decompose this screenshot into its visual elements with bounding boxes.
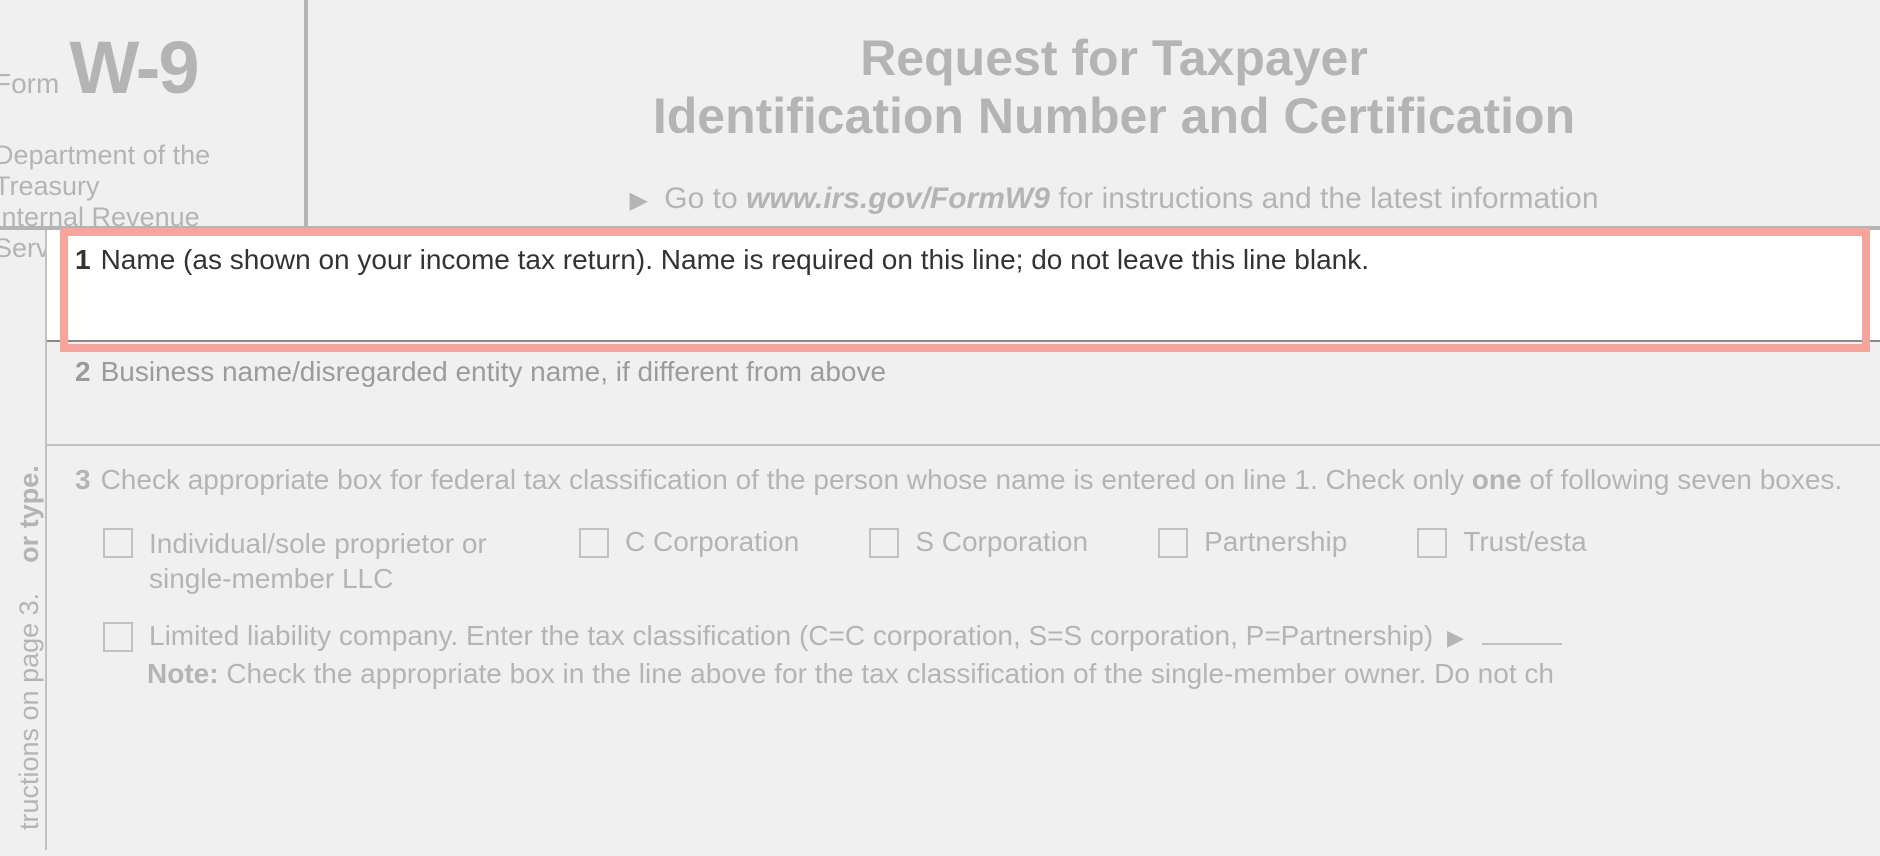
field-1-num: 1 xyxy=(75,244,91,275)
header-left-block: Form W-9 Department of the Treasury Inte… xyxy=(0,0,308,226)
form-title: Request for Taxpayer Identification Numb… xyxy=(348,30,1880,145)
note-label: Note: xyxy=(147,658,219,689)
checkbox-individual[interactable]: Individual/sole proprietor or single-mem… xyxy=(103,526,509,596)
goto-url: www.irs.gov/FormW9 xyxy=(746,182,1050,215)
checkbox-partnership-label: Partnership xyxy=(1204,526,1347,558)
form-w9-page: Form W-9 Department of the Treasury Inte… xyxy=(0,0,1880,856)
side-text-1: or type. xyxy=(14,465,44,563)
goto-suffix: for instructions and the latest informat… xyxy=(1050,182,1599,215)
llc-text: Limited liability company. Enter the tax… xyxy=(149,620,1433,651)
side-vertical-text: tructions on page 3. or type. xyxy=(0,230,47,850)
llc-blank-input[interactable] xyxy=(1482,643,1562,645)
field-1-name[interactable]: 1 Name (as shown on your income tax retur… xyxy=(47,230,1880,342)
field-3-text-pre: Check appropriate box for federal tax cl… xyxy=(101,464,1472,495)
note-text: Check the appropriate box in the line ab… xyxy=(219,658,1554,689)
goto-instructions: ▶ Go to www.irs.gov/FormW9 for instructi… xyxy=(348,182,1880,216)
checkbox-llc-row[interactable]: Limited liability company. Enter the tax… xyxy=(103,620,1860,652)
checkbox-box-icon[interactable] xyxy=(1417,528,1447,558)
goto-prefix: Go to xyxy=(664,182,746,215)
field-2-num: 2 xyxy=(75,356,91,387)
form-prefix-label: Form xyxy=(0,68,59,100)
field-3-one: one xyxy=(1472,464,1522,495)
title-line2: Identification Number and Certification xyxy=(348,88,1880,146)
checkbox-individual-label: Individual/sole proprietor or single-mem… xyxy=(149,526,509,596)
checkbox-s-corp[interactable]: S Corporation xyxy=(869,526,1088,558)
field-3-num: 3 xyxy=(75,464,91,495)
checkbox-box-icon[interactable] xyxy=(103,528,133,558)
checkbox-s-corp-label: S Corporation xyxy=(915,526,1088,558)
field-2-text: Business name/disregarded entity name, i… xyxy=(101,356,886,387)
form-header: Form W-9 Department of the Treasury Inte… xyxy=(0,0,1880,230)
classification-checkboxes: Individual/sole proprietor or single-mem… xyxy=(103,526,1860,596)
checkbox-box-icon[interactable] xyxy=(103,622,133,652)
field-3-classification: 3 Check appropriate box for federal tax c… xyxy=(47,446,1880,704)
header-right-block: Request for Taxpayer Identification Numb… xyxy=(308,0,1880,226)
field-2-business-name[interactable]: 2 Business name/disregarded entity name, … xyxy=(47,342,1880,446)
form-name-label: W-9 xyxy=(69,25,197,110)
fields-container: 1 Name (as shown on your income tax retur… xyxy=(47,230,1880,850)
checkbox-partnership[interactable]: Partnership xyxy=(1158,526,1347,558)
form-label-row: Form W-9 xyxy=(0,20,284,110)
checkbox-box-icon[interactable] xyxy=(1158,528,1188,558)
checkbox-trust-label: Trust/esta xyxy=(1463,526,1586,558)
checkbox-box-icon[interactable] xyxy=(869,528,899,558)
field-3-text-post: of following seven boxes. xyxy=(1522,464,1843,495)
arrow-right-icon: ▶ xyxy=(629,187,647,214)
title-line1: Request for Taxpayer xyxy=(348,30,1880,88)
side-text-2: tructions on page 3. xyxy=(14,593,44,830)
llc-note: Note: Check the appropriate box in the l… xyxy=(147,658,1860,690)
checkbox-box-icon[interactable] xyxy=(579,528,609,558)
form-body: tructions on page 3. or type. 1 Name (as … xyxy=(0,230,1880,850)
dept-line1: Department of the Treasury xyxy=(0,140,284,202)
field-1-text: Name (as shown on your income tax return… xyxy=(101,244,1369,275)
llc-text-wrap: Limited liability company. Enter the tax… xyxy=(149,620,1562,652)
checkbox-c-corp[interactable]: C Corporation xyxy=(579,526,799,558)
checkbox-c-corp-label: C Corporation xyxy=(625,526,799,558)
checkbox-trust[interactable]: Trust/esta xyxy=(1417,526,1586,558)
arrow-right-icon: ▶ xyxy=(1447,625,1464,650)
